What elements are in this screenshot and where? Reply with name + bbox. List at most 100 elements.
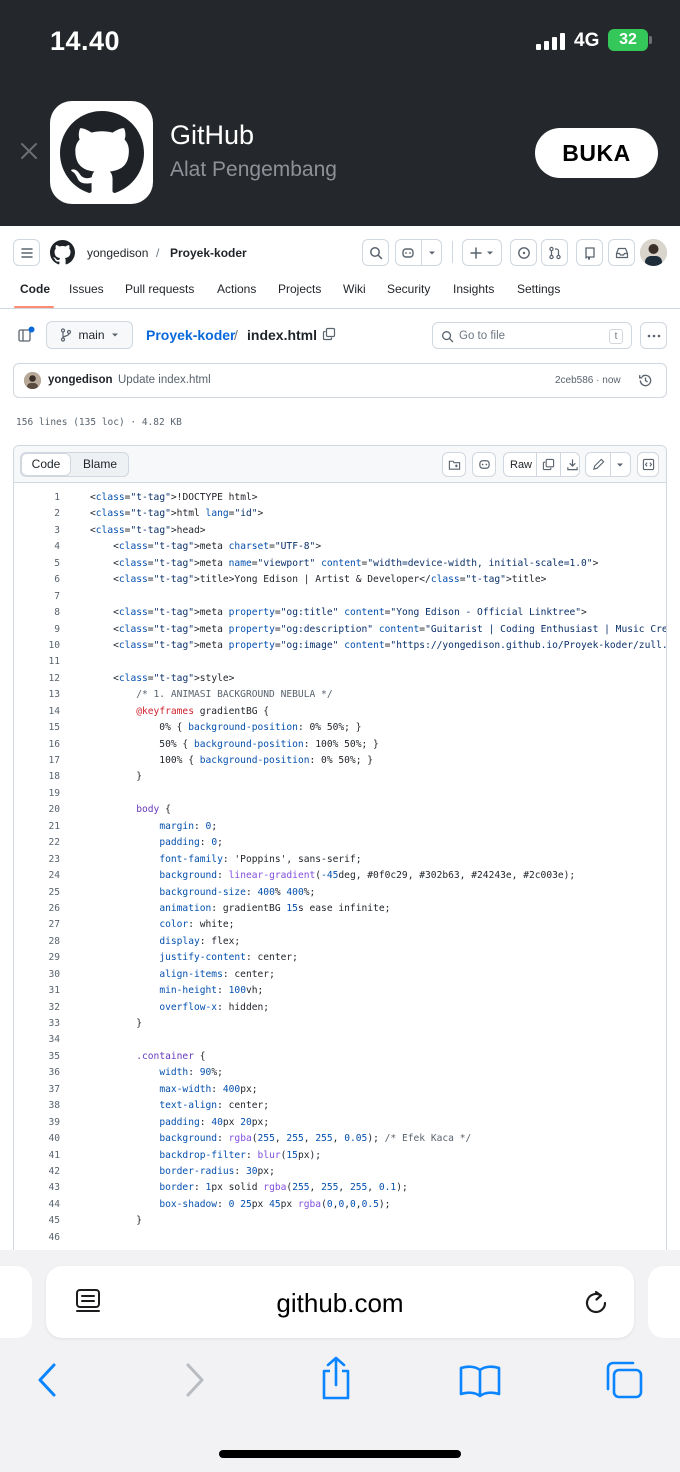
line-number[interactable]: 43 bbox=[14, 1180, 60, 1196]
menu-button[interactable] bbox=[13, 239, 40, 266]
tab-wiki[interactable]: Wiki bbox=[343, 282, 366, 296]
bookmarks-icon[interactable] bbox=[458, 1364, 502, 1398]
line-number[interactable]: 15 bbox=[14, 720, 60, 736]
repositories-button[interactable] bbox=[576, 239, 603, 266]
line-number[interactable]: 20 bbox=[14, 802, 60, 818]
line-number[interactable]: 25 bbox=[14, 885, 60, 901]
commit-hash-time[interactable]: 2ceb586 · now bbox=[555, 375, 621, 386]
line-number[interactable]: 11 bbox=[14, 654, 60, 670]
inbox-button[interactable] bbox=[608, 239, 635, 266]
repo-owner-link[interactable]: yongedison bbox=[87, 246, 148, 260]
line-number[interactable]: 40 bbox=[14, 1131, 60, 1147]
previous-tab-peek[interactable] bbox=[0, 1266, 32, 1338]
file-tree-toggle[interactable] bbox=[17, 326, 35, 349]
copy-path-button[interactable] bbox=[322, 327, 336, 346]
line-number[interactable]: 34 bbox=[14, 1032, 60, 1048]
line-number[interactable]: 26 bbox=[14, 901, 60, 917]
repo-name-link[interactable]: Proyek-koder bbox=[170, 246, 247, 260]
line-number[interactable]: 3 bbox=[14, 523, 60, 539]
pull-requests-button[interactable] bbox=[541, 239, 568, 266]
tab-security[interactable]: Security bbox=[387, 282, 430, 296]
commit-author-link[interactable]: yongedison bbox=[48, 374, 113, 386]
go-to-file-input[interactable]: Go to file t bbox=[432, 322, 632, 349]
line-number[interactable]: 45 bbox=[14, 1213, 60, 1229]
line-number[interactable]: 8 bbox=[14, 605, 60, 621]
line-number[interactable]: 33 bbox=[14, 1016, 60, 1032]
commit-message-link[interactable]: Update index.html bbox=[118, 374, 211, 386]
line-number[interactable]: 41 bbox=[14, 1148, 60, 1164]
line-number[interactable]: 44 bbox=[14, 1197, 60, 1213]
line-number[interactable]: 18 bbox=[14, 769, 60, 785]
tab-code[interactable]: Code bbox=[20, 282, 50, 296]
line-text: padding: 0; bbox=[159, 837, 223, 849]
line-number[interactable]: 4 bbox=[14, 539, 60, 555]
breadcrumb-repo-link[interactable]: Proyek-koder bbox=[146, 327, 235, 343]
line-number[interactable]: 28 bbox=[14, 934, 60, 950]
line-number[interactable]: 10 bbox=[14, 638, 60, 654]
line-number[interactable]: 24 bbox=[14, 868, 60, 884]
symbols-panel-button[interactable] bbox=[637, 452, 659, 477]
line-number[interactable]: 6 bbox=[14, 572, 60, 588]
share-icon[interactable] bbox=[318, 1355, 354, 1401]
line-number[interactable]: 9 bbox=[14, 622, 60, 638]
forward-icon[interactable] bbox=[184, 1362, 206, 1398]
close-icon[interactable] bbox=[18, 140, 40, 162]
raw-button[interactable]: Raw bbox=[510, 459, 532, 471]
line-number[interactable]: 30 bbox=[14, 967, 60, 983]
github-logo[interactable] bbox=[50, 240, 75, 270]
code-view-button[interactable]: Code bbox=[21, 453, 71, 476]
copilot-button[interactable] bbox=[395, 239, 442, 266]
line-number[interactable]: 19 bbox=[14, 786, 60, 802]
tab-insights[interactable]: Insights bbox=[453, 282, 494, 296]
file-symbols-icon bbox=[448, 460, 460, 470]
tab-settings[interactable]: Settings bbox=[517, 282, 560, 296]
line-number[interactable]: 27 bbox=[14, 917, 60, 933]
line-number[interactable]: 16 bbox=[14, 737, 60, 753]
branch-selector[interactable]: main bbox=[46, 321, 133, 349]
line-number[interactable]: 23 bbox=[14, 852, 60, 868]
line-number[interactable]: 38 bbox=[14, 1098, 60, 1114]
line-number[interactable]: 39 bbox=[14, 1115, 60, 1131]
line-number[interactable]: 17 bbox=[14, 753, 60, 769]
line-number[interactable]: 12 bbox=[14, 671, 60, 687]
line-number[interactable]: 31 bbox=[14, 983, 60, 999]
tab-projects[interactable]: Projects bbox=[278, 282, 321, 296]
line-number[interactable]: 36 bbox=[14, 1065, 60, 1081]
copilot-ask-button[interactable] bbox=[472, 452, 496, 477]
avatar[interactable] bbox=[24, 372, 41, 389]
blame-view-button[interactable]: Blame bbox=[71, 453, 129, 476]
line-number[interactable]: 1 bbox=[14, 490, 60, 506]
download-icon[interactable] bbox=[566, 458, 579, 471]
line-number[interactable]: 5 bbox=[14, 556, 60, 572]
line-number[interactable]: 37 bbox=[14, 1082, 60, 1098]
tab-actions[interactable]: Actions bbox=[217, 282, 256, 296]
more-options-button[interactable] bbox=[640, 322, 667, 349]
line-number[interactable]: 35 bbox=[14, 1049, 60, 1065]
issues-button[interactable] bbox=[510, 239, 537, 266]
open-app-button[interactable]: BUKA bbox=[535, 128, 658, 178]
line-number[interactable]: 29 bbox=[14, 950, 60, 966]
copy-icon[interactable] bbox=[542, 458, 555, 471]
edit-file-button[interactable] bbox=[585, 452, 631, 477]
line-number[interactable]: 21 bbox=[14, 819, 60, 835]
line-number[interactable]: 46 bbox=[14, 1230, 60, 1246]
line-number[interactable]: 32 bbox=[14, 1000, 60, 1016]
line-number[interactable]: 13 bbox=[14, 687, 60, 703]
line-number[interactable]: 22 bbox=[14, 835, 60, 851]
symbols-button[interactable] bbox=[442, 452, 466, 477]
create-new-button[interactable] bbox=[462, 239, 502, 266]
address-bar[interactable]: github.com bbox=[46, 1266, 634, 1338]
back-icon[interactable] bbox=[36, 1362, 58, 1398]
next-tab-peek[interactable] bbox=[648, 1266, 680, 1338]
avatar[interactable] bbox=[640, 239, 667, 266]
line-number[interactable]: 2 bbox=[14, 506, 60, 522]
tab-pull-requests[interactable]: Pull requests bbox=[125, 282, 194, 296]
line-number[interactable]: 42 bbox=[14, 1164, 60, 1180]
line-number[interactable]: 14 bbox=[14, 704, 60, 720]
line-number[interactable]: 7 bbox=[14, 589, 60, 605]
tab-issues[interactable]: Issues bbox=[69, 282, 104, 296]
reload-icon[interactable] bbox=[583, 1288, 611, 1318]
search-button[interactable] bbox=[362, 239, 389, 266]
tabs-icon[interactable] bbox=[604, 1360, 644, 1400]
history-button[interactable] bbox=[638, 373, 653, 393]
